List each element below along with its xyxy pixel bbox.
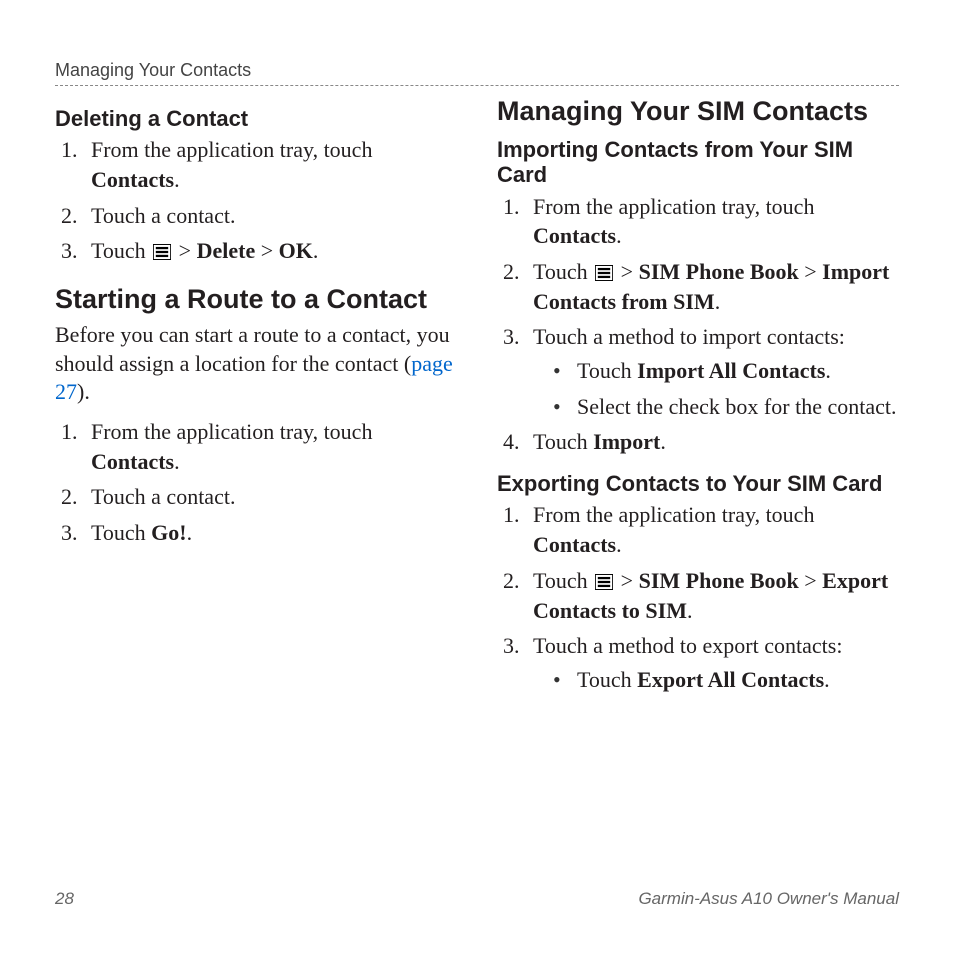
step: From the application tray, touch Contact… — [83, 417, 457, 476]
step: Touch > Delete > OK. — [83, 236, 457, 266]
list-item: Select the check box for the contact. — [553, 392, 899, 422]
list-item: Touch Import All Contacts. — [553, 356, 899, 386]
intro-starting-route: Before you can start a route to a contac… — [55, 321, 457, 407]
heading-importing: Importing Contacts from Your SIM Card — [497, 137, 899, 188]
manual-title: Garmin-Asus A10 Owner's Manual — [638, 889, 899, 909]
step: From the application tray, touch Contact… — [525, 192, 899, 251]
right-column: Managing Your SIM Contacts Importing Con… — [497, 96, 899, 709]
step: Touch > SIM Phone Book > Export Contacts… — [525, 566, 899, 625]
heading-starting-route: Starting a Route to a Contact — [55, 284, 457, 315]
page-header: Managing Your Contacts — [55, 60, 899, 86]
step: Touch Go!. — [83, 518, 457, 548]
heading-exporting: Exporting Contacts to Your SIM Card — [497, 471, 899, 496]
export-options: Touch Export All Contacts. — [533, 665, 899, 695]
list-item: Touch Export All Contacts. — [553, 665, 899, 695]
heading-managing-sim: Managing Your SIM Contacts — [497, 96, 899, 127]
steps-deleting-contact: From the application tray, touch Contact… — [55, 135, 457, 266]
step: Touch a method to import contacts: Touch… — [525, 322, 899, 421]
steps-exporting: From the application tray, touch Contact… — [497, 500, 899, 694]
steps-importing: From the application tray, touch Contact… — [497, 192, 899, 458]
step: From the application tray, touch Contact… — [83, 135, 457, 194]
steps-starting-route: From the application tray, touch Contact… — [55, 417, 457, 548]
menu-icon — [153, 244, 171, 260]
menu-icon — [595, 265, 613, 281]
step: Touch a contact. — [83, 201, 457, 231]
step: From the application tray, touch Contact… — [525, 500, 899, 559]
manual-page: Managing Your Contacts Deleting a Contac… — [0, 0, 954, 954]
step: Touch a method to export contacts: Touch… — [525, 631, 899, 694]
page-footer: 28 Garmin-Asus A10 Owner's Manual — [55, 889, 899, 909]
left-column: Deleting a Contact From the application … — [55, 96, 457, 709]
heading-deleting-contact: Deleting a Contact — [55, 106, 457, 131]
step: Touch > SIM Phone Book > Import Contacts… — [525, 257, 899, 316]
step: Touch Import. — [525, 427, 899, 457]
step: Touch a contact. — [83, 482, 457, 512]
page-number: 28 — [55, 889, 74, 909]
content-columns: Deleting a Contact From the application … — [55, 96, 899, 709]
import-options: Touch Import All Contacts. Select the ch… — [533, 356, 899, 421]
menu-icon — [595, 574, 613, 590]
